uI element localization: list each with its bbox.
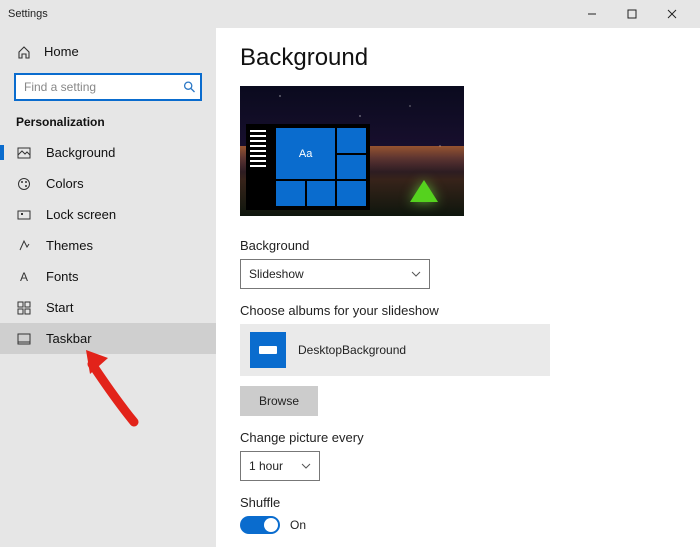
sidebar-item-label: Start xyxy=(46,300,73,315)
sidebar-item-label: Colors xyxy=(46,176,84,191)
change-every-select[interactable]: 1 hour xyxy=(240,451,320,481)
chevron-down-icon xyxy=(301,463,311,469)
page-title: Background xyxy=(240,44,676,72)
sidebar-item-label: Themes xyxy=(46,238,93,253)
sidebar-item-taskbar[interactable]: Taskbar xyxy=(0,323,216,354)
themes-icon xyxy=(16,239,32,253)
chevron-down-icon xyxy=(411,271,421,277)
background-select-value: Slideshow xyxy=(249,267,304,281)
minimize-button[interactable] xyxy=(572,0,612,28)
window-title: Settings xyxy=(8,8,48,20)
sidebar-item-label: Lock screen xyxy=(46,207,116,222)
sidebar-item-themes[interactable]: Themes xyxy=(0,230,216,261)
search-input[interactable] xyxy=(14,73,202,101)
colors-icon xyxy=(16,177,32,191)
sidebar-item-fonts[interactable]: A Fonts xyxy=(0,261,216,292)
sidebar: Home Personalization Background Co xyxy=(0,28,216,547)
sidebar-item-label: Taskbar xyxy=(46,331,92,346)
home-link[interactable]: Home xyxy=(0,40,216,63)
main-panel: Background Aa Background xyxy=(216,28,700,547)
lockscreen-icon xyxy=(16,208,32,222)
shuffle-toggle[interactable] xyxy=(240,516,280,534)
sidebar-item-label: Fonts xyxy=(46,269,79,284)
background-preview: Aa xyxy=(240,86,464,216)
background-label: Background xyxy=(240,238,676,253)
folder-icon xyxy=(250,332,286,368)
category-heading: Personalization xyxy=(0,113,216,137)
window-controls xyxy=(572,0,692,28)
shuffle-state: On xyxy=(290,518,306,532)
sidebar-item-label: Background xyxy=(46,145,115,160)
sidebar-item-lockscreen[interactable]: Lock screen xyxy=(0,199,216,230)
change-every-label: Change picture every xyxy=(240,430,676,445)
nav-list: Background Colors Lock screen Themes xyxy=(0,137,216,354)
preview-startmenu: Aa xyxy=(246,124,370,210)
browse-button[interactable]: Browse xyxy=(240,386,318,416)
taskbar-icon xyxy=(16,332,32,346)
album-name: DesktopBackground xyxy=(298,343,406,357)
change-every-value: 1 hour xyxy=(249,459,283,473)
sidebar-item-start[interactable]: Start xyxy=(0,292,216,323)
shuffle-label: Shuffle xyxy=(240,495,676,510)
sidebar-item-colors[interactable]: Colors xyxy=(0,168,216,199)
background-icon xyxy=(16,146,32,160)
start-icon xyxy=(16,301,32,315)
maximize-button[interactable] xyxy=(612,0,652,28)
titlebar: Settings xyxy=(0,0,700,28)
fonts-icon: A xyxy=(16,271,32,283)
preview-sample-tile: Aa xyxy=(276,128,335,179)
background-select[interactable]: Slideshow xyxy=(240,259,430,289)
home-icon xyxy=(16,45,32,59)
search-icon xyxy=(183,81,196,94)
sidebar-item-background[interactable]: Background xyxy=(0,137,216,168)
home-label: Home xyxy=(44,44,79,59)
albums-label: Choose albums for your slideshow xyxy=(240,303,676,318)
album-item[interactable]: DesktopBackground xyxy=(240,324,550,376)
close-button[interactable] xyxy=(652,0,692,28)
